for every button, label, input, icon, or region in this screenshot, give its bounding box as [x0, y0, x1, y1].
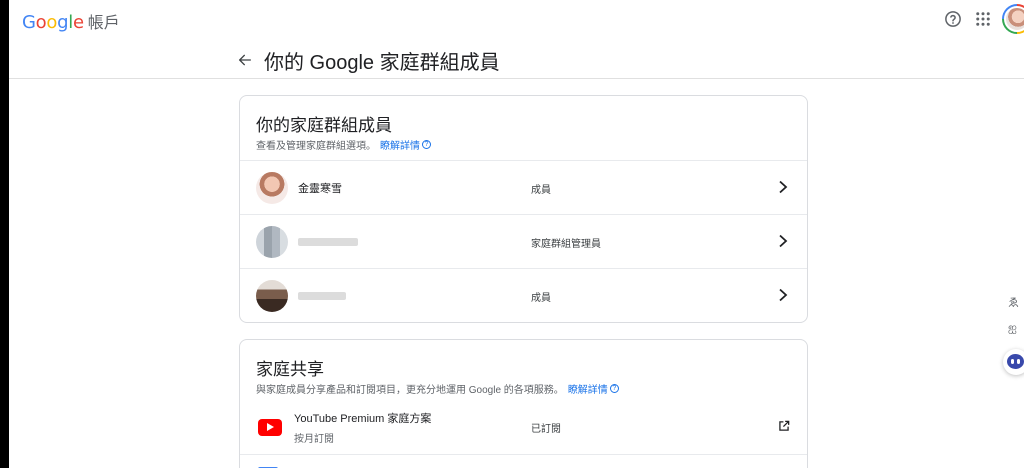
member-role: 家庭群組管理員 — [531, 239, 601, 250]
member-name: 金靈寒雪 — [298, 183, 342, 195]
service-name: YouTube Premium 家庭方案 — [294, 413, 432, 425]
sharing-card-title: 家庭共享 — [256, 360, 324, 379]
member-row[interactable]: 家庭群組管理員 — [240, 214, 807, 268]
side-tool-2[interactable]: ஐ — [1008, 322, 1024, 344]
family-members-card: 你的家庭群組成員 查看及管理家庭群組選項。 瞭解詳情 ? 金靈寒雪 成員 家庭群… — [239, 95, 808, 323]
back-arrow-icon[interactable] — [236, 52, 254, 68]
help-icon[interactable] — [944, 10, 962, 28]
window-edge — [0, 0, 9, 468]
member-row[interactable]: 成員 — [240, 268, 807, 322]
open-external-icon[interactable] — [777, 419, 791, 433]
page-title: 你的 Google 家庭群組成員 — [264, 52, 500, 74]
chevron-right-icon — [779, 234, 788, 248]
members-subtitle-text: 查看及管理家庭群組選項。 — [256, 141, 376, 152]
service-row-youtube[interactable]: YouTube Premium 家庭方案 按月訂閱 已訂閱 — [240, 402, 807, 454]
member-name-blurred — [298, 292, 346, 300]
service-row-next[interactable] — [240, 454, 807, 468]
side-tool-1[interactable]: ゑ — [1008, 294, 1024, 316]
sharing-subtitle-text: 與家庭成員分享產品和訂閱項目，更充分地運用 Google 的各項服務。 — [256, 385, 564, 396]
learn-more-link[interactable]: 瞭解詳情 — [568, 381, 608, 396]
info-icon: ? — [609, 384, 619, 393]
member-row[interactable]: 金靈寒雪 成員 — [240, 160, 807, 214]
chevron-right-icon — [779, 180, 788, 194]
account-label: 帳戶 — [87, 15, 120, 32]
learn-more-link[interactable]: 瞭解詳情 — [380, 137, 420, 152]
members-card-subtitle: 查看及管理家庭群組選項。 瞭解詳情 ? — [256, 137, 431, 152]
chevron-right-icon — [779, 288, 788, 302]
members-card-title: 你的家庭群組成員 — [256, 116, 392, 135]
member-avatar-blurred — [256, 280, 288, 312]
info-icon: ? — [422, 140, 431, 149]
family-sharing-card: 家庭共享 與家庭成員分享產品和訂閱項目，更充分地運用 Google 的各項服務。… — [239, 339, 808, 468]
member-avatar-blurred — [256, 226, 288, 258]
brand[interactable]: Google 帳戶 — [22, 9, 120, 33]
account-avatar[interactable] — [1002, 4, 1024, 34]
member-avatar — [256, 172, 288, 204]
service-status: 已訂閱 — [531, 424, 561, 435]
top-bar: Google 帳戶 — [9, 0, 1024, 40]
member-name-blurred — [298, 238, 358, 246]
apps-grid-icon[interactable] — [974, 10, 992, 28]
page-header: 你的 Google 家庭群組成員 — [9, 40, 1024, 79]
sharing-card-subtitle: 與家庭成員分享產品和訂閱項目，更充分地運用 Google 的各項服務。 瞭解詳情… — [256, 381, 619, 396]
google-logo: Google — [22, 12, 84, 33]
youtube-icon — [258, 419, 282, 436]
assistant-bot-icon[interactable] — [1003, 349, 1024, 375]
member-role: 成員 — [531, 185, 551, 196]
service-billing: 按月訂閱 — [294, 434, 334, 445]
member-role: 成員 — [531, 293, 551, 304]
